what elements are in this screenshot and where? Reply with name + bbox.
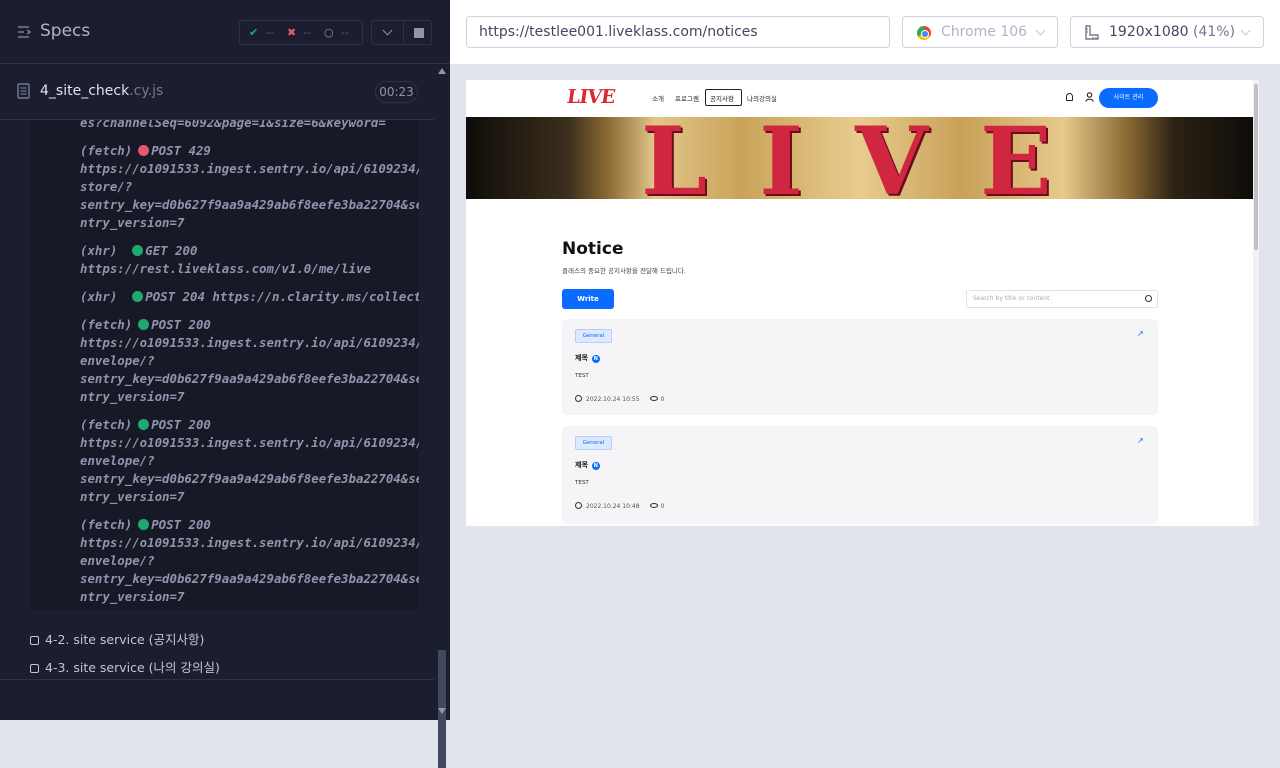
notice-meta: 2022.10.24 10:48 0 xyxy=(575,502,664,510)
site-admin-button[interactable]: 사이트 관리 xyxy=(1099,88,1158,108)
log-entry-2[interactable]: (xhr) GET 200 https://rest.liveklass.com… xyxy=(80,242,419,278)
passed-count: -- xyxy=(266,26,274,39)
category-badge: General xyxy=(575,329,612,343)
reporter-scrollbar[interactable] xyxy=(434,64,450,768)
log-entry-4[interactable]: (fetch) POST 200 https://o1091533.ingest.… xyxy=(80,316,419,406)
clock-icon xyxy=(575,502,582,509)
nav-item-my-classroom[interactable]: 나의강의실 xyxy=(747,93,777,103)
notice-body: TEST xyxy=(575,480,589,486)
reporter-panel: Specs ✔ -- ✖ -- ○ -- 4_site_check.cy.js … xyxy=(0,0,450,768)
file-icon xyxy=(17,83,30,99)
notice-title: 제목 N xyxy=(575,461,600,470)
app-under-test-frame[interactable]: LIVE 소개 프로그램 공지사항 나의강의실 사이트 관리 LIVE Noti… xyxy=(466,80,1259,526)
status-pass-icon xyxy=(138,319,150,330)
page-title: Notice xyxy=(562,239,624,259)
pending-count: -- xyxy=(341,26,349,39)
notice-meta: 2022.10.24 10:55 0 xyxy=(575,395,664,403)
browser-selector[interactable]: Chrome 106 xyxy=(902,16,1058,48)
close-icon: ✖ xyxy=(287,26,297,39)
checkbox-icon xyxy=(30,636,39,645)
url-field[interactable]: https://testlee001.liveklass.com/notices xyxy=(466,16,890,48)
scroll-up-icon[interactable] xyxy=(438,68,446,74)
aut-panel: https://testlee001.liveklass.com/notices… xyxy=(450,0,1280,720)
test-item-4-3[interactable]: 4-3. site service (나의 강의실) xyxy=(30,657,220,676)
stats-bar: ✔ -- ✖ -- ○ -- xyxy=(239,20,363,45)
site-logo[interactable]: LIVE xyxy=(565,86,616,108)
stop-icon xyxy=(414,28,424,38)
status-pass-icon xyxy=(138,519,150,530)
chevron-down-icon xyxy=(1240,25,1251,36)
aut-header: https://testlee001.liveklass.com/notices… xyxy=(450,0,1280,64)
failed-count: -- xyxy=(303,26,311,39)
new-badge: N xyxy=(591,462,600,470)
notice-card[interactable]: General ↗ 제목 N TEST 2022.10.24 10:48 0 xyxy=(562,426,1158,524)
spec-file-header[interactable]: 4_site_check.cy.js 00:23 xyxy=(0,65,434,120)
specs-title[interactable]: Specs xyxy=(40,21,90,41)
scroll-down-icon[interactable] xyxy=(438,708,446,714)
category-badge: General xyxy=(575,436,612,450)
search-input[interactable]: Search by title or content xyxy=(966,290,1158,308)
write-button[interactable]: Write xyxy=(562,289,614,309)
search-placeholder: Search by title or content xyxy=(973,295,1050,302)
log-entry-6[interactable]: (fetch) POST 200 https://o1091533.ingest.… xyxy=(80,516,419,606)
log-entry-5[interactable]: (fetch) POST 200 https://o1091533.ingest.… xyxy=(80,416,419,506)
expand-button[interactable] xyxy=(371,20,404,45)
external-link-icon[interactable]: ↗ xyxy=(1137,329,1144,338)
banner-text: LIVE xyxy=(641,107,1104,217)
chevron-down-icon xyxy=(382,25,393,36)
user-icon[interactable] xyxy=(1085,92,1094,102)
test-item-4-2[interactable]: 4-2. site service (공지사항) xyxy=(30,629,204,648)
eye-icon xyxy=(649,396,658,401)
status-pass-icon xyxy=(138,419,150,430)
log-entry-1[interactable]: (fetch) POST 429 https://o1091533.ingest.… xyxy=(80,142,419,232)
nav-item-notices[interactable]: 공지사항 xyxy=(710,93,734,103)
notice-card[interactable]: General ↗ 제목 N TEST 2022.10.24 10:55 0 xyxy=(562,319,1158,415)
aut-scrollbar[interactable] xyxy=(1253,80,1259,526)
status-pass-icon xyxy=(132,245,144,256)
spec-file-name: 4_site_check.cy.js xyxy=(40,83,163,99)
eye-icon xyxy=(649,503,658,508)
spec-file-ext: .cy.js xyxy=(129,83,164,99)
chevron-down-icon xyxy=(1035,25,1046,36)
clock-icon xyxy=(575,395,582,402)
pending-icon: ○ xyxy=(324,26,334,39)
viewport-label: 1920x1080 (41%) xyxy=(1109,24,1236,40)
nav-item-about[interactable]: 소개 xyxy=(652,93,664,103)
chrome-icon xyxy=(917,26,931,40)
command-log: es?channelSeq=6092&page=1&size=6&keyword… xyxy=(30,104,419,610)
reporter-header: Specs ✔ -- ✖ -- ○ -- xyxy=(0,0,450,64)
aut-scrollbar-thumb[interactable] xyxy=(1254,84,1258,250)
status-pass-icon xyxy=(132,291,144,302)
divider xyxy=(0,679,434,680)
duration-badge: 00:23 xyxy=(375,81,418,103)
external-link-icon[interactable]: ↗ xyxy=(1137,436,1144,445)
log-entry-3[interactable]: (xhr) POST 204 https://n.clarity.ms/coll… xyxy=(80,288,419,306)
nav-item-programs[interactable]: 프로그램 xyxy=(675,93,699,103)
bell-icon[interactable] xyxy=(1066,93,1073,101)
specs-list-icon[interactable] xyxy=(17,24,33,40)
viewport-selector[interactable]: 1920x1080 (41%) xyxy=(1070,16,1264,48)
browser-label: Chrome 106 xyxy=(941,24,1028,40)
status-fail-icon xyxy=(138,145,150,156)
check-icon: ✔ xyxy=(249,26,259,39)
hero-banner: LIVE xyxy=(466,107,1253,217)
page-subtitle: 클래스의 중요한 공지사항을 전달해 드립니다. xyxy=(562,267,686,275)
checkbox-icon xyxy=(30,664,39,673)
stop-button[interactable] xyxy=(403,20,432,45)
notice-title: 제목 N xyxy=(575,354,600,363)
search-icon[interactable] xyxy=(1145,295,1152,302)
new-badge: N xyxy=(591,355,600,363)
notice-body: TEST xyxy=(575,373,589,379)
ruler-icon xyxy=(1085,25,1099,40)
spec-file-basename: 4_site_check xyxy=(40,83,130,99)
